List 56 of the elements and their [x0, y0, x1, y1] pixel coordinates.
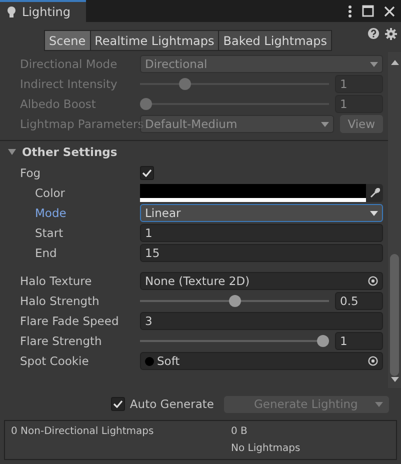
- field-label: Directional Mode: [19, 57, 118, 71]
- checkbox[interactable]: [140, 166, 154, 180]
- lightmap-status: No Lightmaps: [231, 443, 300, 454]
- lightbulb-icon: [7, 6, 16, 18]
- scrollbar[interactable]: [388, 52, 401, 388]
- field-label: Halo Texture: [19, 274, 93, 288]
- field-label: Flare Strength: [19, 334, 103, 348]
- caret-icon: [370, 210, 378, 216]
- dropdown[interactable]: Linear: [140, 204, 383, 222]
- caret-icon: [320, 122, 329, 126]
- tab[interactable]: Baked Lightmaps: [218, 30, 332, 51]
- number-field[interactable]: 3: [140, 312, 383, 330]
- object-field[interactable]: None (Texture 2D): [140, 272, 383, 290]
- field-label: Spot Cookie: [19, 354, 90, 368]
- circle-icon: [145, 356, 154, 366]
- eyedropper-icon: [370, 188, 380, 198]
- slider-thumb[interactable]: [228, 295, 240, 307]
- target-icon: [368, 356, 378, 366]
- slider[interactable]: [140, 97, 329, 111]
- checkbox-label: Auto Generate: [130, 397, 214, 411]
- checkmark-icon: [142, 169, 152, 177]
- slider[interactable]: [140, 294, 329, 308]
- window-title: Lighting: [22, 5, 71, 19]
- field-label: Indirect Intensity: [19, 77, 118, 91]
- checkmark-icon: [112, 400, 123, 408]
- close-icon[interactable]: [384, 6, 395, 16]
- expanded-arrow-icon: [8, 148, 16, 156]
- number-field[interactable]: 0.5: [335, 292, 383, 310]
- slider[interactable]: [140, 77, 329, 91]
- slider[interactable]: [140, 334, 329, 348]
- tab[interactable]: Realtime Lightmaps: [90, 30, 220, 51]
- checkbox[interactable]: [110, 397, 125, 411]
- field-label: Mode: [34, 206, 68, 220]
- slider-thumb[interactable]: [317, 335, 329, 347]
- lightmap-count: 0 Non-Directional Lightmaps: [11, 426, 155, 439]
- field-label: Fog: [19, 166, 42, 180]
- target-icon: [368, 276, 378, 286]
- field-label: Halo Strength: [19, 294, 100, 308]
- field-label: Flare Fade Speed: [19, 314, 120, 328]
- field-label: Start: [34, 226, 64, 240]
- number-field[interactable]: 1: [335, 332, 383, 350]
- lightmap-size: 0 B: [231, 426, 248, 437]
- more-options-icon[interactable]: [348, 4, 352, 18]
- caret-icon: [370, 62, 378, 66]
- field-label: End: [34, 246, 58, 260]
- tab[interactable]: Scene: [44, 30, 91, 51]
- help-icon[interactable]: [368, 28, 379, 39]
- maximize-icon[interactable]: [362, 5, 374, 17]
- field-label: Color: [34, 186, 66, 200]
- field-label: Albedo Boost: [19, 97, 97, 111]
- object-field[interactable]: Soft: [140, 352, 383, 370]
- number-field[interactable]: 1: [140, 224, 383, 242]
- section-header[interactable]: Other Settings: [0, 140, 388, 163]
- number-field[interactable]: 15: [140, 244, 383, 262]
- caret-icon: [375, 402, 383, 406]
- settings-icon[interactable]: [385, 28, 397, 40]
